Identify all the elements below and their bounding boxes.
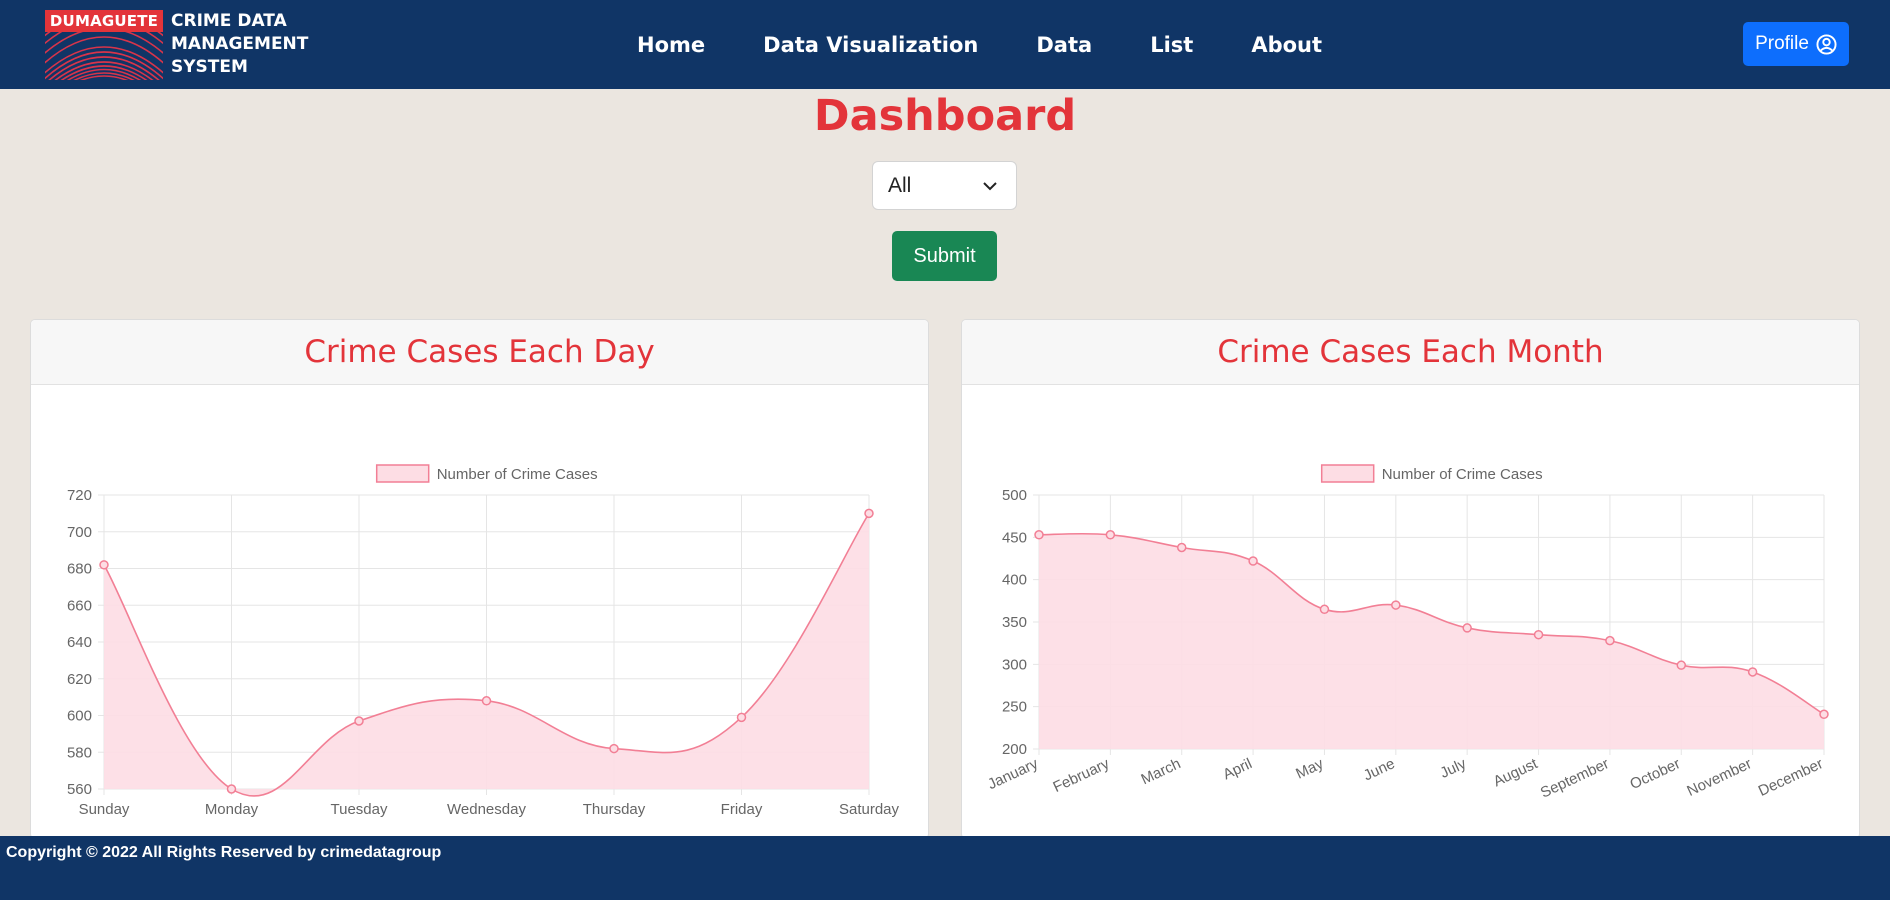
data-point xyxy=(1462,623,1472,633)
day-chart-title: Crime Cases Each Day xyxy=(31,320,928,385)
month-chart-card: Crime Cases Each Month Number of Crime C… xyxy=(961,319,1860,839)
x-tick-label: April xyxy=(1220,755,1254,783)
submit-button[interactable]: Submit xyxy=(892,231,997,281)
x-tick-label: December xyxy=(1756,755,1826,800)
data-point xyxy=(1605,635,1615,646)
data-point xyxy=(1747,667,1758,677)
nav-about[interactable]: About xyxy=(1251,33,1322,57)
y-tick-label: 580 xyxy=(67,744,92,761)
data-point xyxy=(736,712,747,723)
y-tick-label: 680 xyxy=(67,561,92,578)
y-tick-label: 200 xyxy=(1002,741,1027,758)
x-tick-label: August xyxy=(1491,755,1541,790)
y-tick-label: 620 xyxy=(67,671,92,688)
profile-label: Profile xyxy=(1755,33,1809,54)
fingerprint-logo: DUMAGUETE xyxy=(45,10,163,80)
user-circle-icon xyxy=(1816,33,1837,55)
chevron-down-icon xyxy=(983,182,997,191)
x-tick-label: July xyxy=(1438,755,1470,782)
filter-select[interactable]: All xyxy=(872,161,1017,210)
y-tick-label: 720 xyxy=(67,487,92,504)
x-tick-label: Tuesday xyxy=(331,801,388,818)
data-point xyxy=(354,716,364,726)
x-tick-label: September xyxy=(1538,755,1612,801)
x-tick-label: Friday xyxy=(721,801,763,818)
brand[interactable]: DUMAGUETE CRIME DATA MANAGEMENT SYSTEM xyxy=(45,10,308,80)
y-tick-label: 660 xyxy=(67,597,92,614)
x-tick-label: Thursday xyxy=(583,801,646,818)
page-title: Dashboard xyxy=(813,91,1077,141)
data-point xyxy=(226,784,237,794)
data-point xyxy=(1676,660,1687,670)
y-tick-label: 450 xyxy=(1002,529,1027,546)
logo-tag: DUMAGUETE xyxy=(45,10,163,32)
data-point xyxy=(1176,542,1187,553)
x-tick-label: Monday xyxy=(205,801,259,818)
legend-label: Number of Crime Cases xyxy=(1382,466,1543,483)
month-chart-title: Crime Cases Each Month xyxy=(962,320,1859,385)
data-point xyxy=(1034,530,1044,540)
x-tick-label: Saturday xyxy=(839,801,900,818)
day-chart: Number of Crime Cases 560 580 600 620 640 660 6… xyxy=(67,464,900,818)
nav-data-visualization[interactable]: Data Visualization xyxy=(763,33,978,57)
data-point xyxy=(99,560,109,570)
fingerprint-icon xyxy=(45,32,163,80)
series-area xyxy=(1039,533,1824,749)
data-point xyxy=(1533,629,1544,640)
brand-line: MANAGEMENT xyxy=(171,34,309,54)
y-tick-label: 350 xyxy=(1002,614,1027,631)
x-tick-label: Wednesday xyxy=(447,801,526,818)
y-tick-label: 640 xyxy=(67,634,92,651)
x-tick-label: March xyxy=(1138,755,1183,788)
x-tick-label: October xyxy=(1627,755,1683,793)
x-tick-label: Sunday xyxy=(79,801,130,818)
data-point xyxy=(1248,556,1258,566)
legend-swatch xyxy=(1320,464,1375,483)
data-point xyxy=(609,743,619,754)
legend-swatch xyxy=(375,464,430,483)
y-tick-label: 300 xyxy=(1002,656,1027,673)
filter-value: All xyxy=(888,173,912,197)
brand-line: SYSTEM xyxy=(171,57,248,77)
main-nav: Home Data Visualization Data List About xyxy=(637,0,1380,89)
nav-list[interactable]: List xyxy=(1150,33,1193,57)
month-chart: Number of Crime Cases 200 250 300 350 400 450 5… xyxy=(985,464,1829,802)
x-tick-label: June xyxy=(1361,755,1398,784)
data-point xyxy=(481,696,492,706)
data-point xyxy=(1319,604,1330,615)
y-tick-label: 600 xyxy=(67,708,92,725)
y-tick-label: 560 xyxy=(67,781,92,798)
nav-data[interactable]: Data xyxy=(1036,33,1092,57)
data-point xyxy=(864,508,874,519)
nav-home[interactable]: Home xyxy=(637,33,705,57)
brand-title: CRIME DATA MANAGEMENT SYSTEM xyxy=(171,10,308,79)
x-tick-label: January xyxy=(985,755,1041,793)
legend-label: Number of Crime Cases xyxy=(437,466,598,483)
data-point xyxy=(1105,530,1116,540)
copyright-text: Copyright © 2022 All Rights Reserved by … xyxy=(6,844,442,861)
navbar: DUMAGUETE CRIME DATA MANAGEMENT SYSTEM H… xyxy=(0,0,1890,89)
y-tick-label: 400 xyxy=(1002,572,1027,589)
day-chart-card: Crime Cases Each Day Number of Crime Cas… xyxy=(30,319,929,839)
y-tick-label: 250 xyxy=(1002,699,1027,716)
data-point xyxy=(1819,709,1829,720)
y-tick-label: 500 xyxy=(1002,487,1027,504)
footer: Copyright © 2022 All Rights Reserved by … xyxy=(0,836,1890,900)
brand-line: CRIME DATA xyxy=(171,11,287,31)
data-point xyxy=(1391,600,1401,610)
y-tick-label: 700 xyxy=(67,524,92,541)
x-tick-label: February xyxy=(1050,755,1112,796)
profile-button[interactable]: Profile xyxy=(1743,22,1849,66)
x-tick-label: May xyxy=(1293,755,1326,783)
x-tick-label: November xyxy=(1684,755,1754,800)
